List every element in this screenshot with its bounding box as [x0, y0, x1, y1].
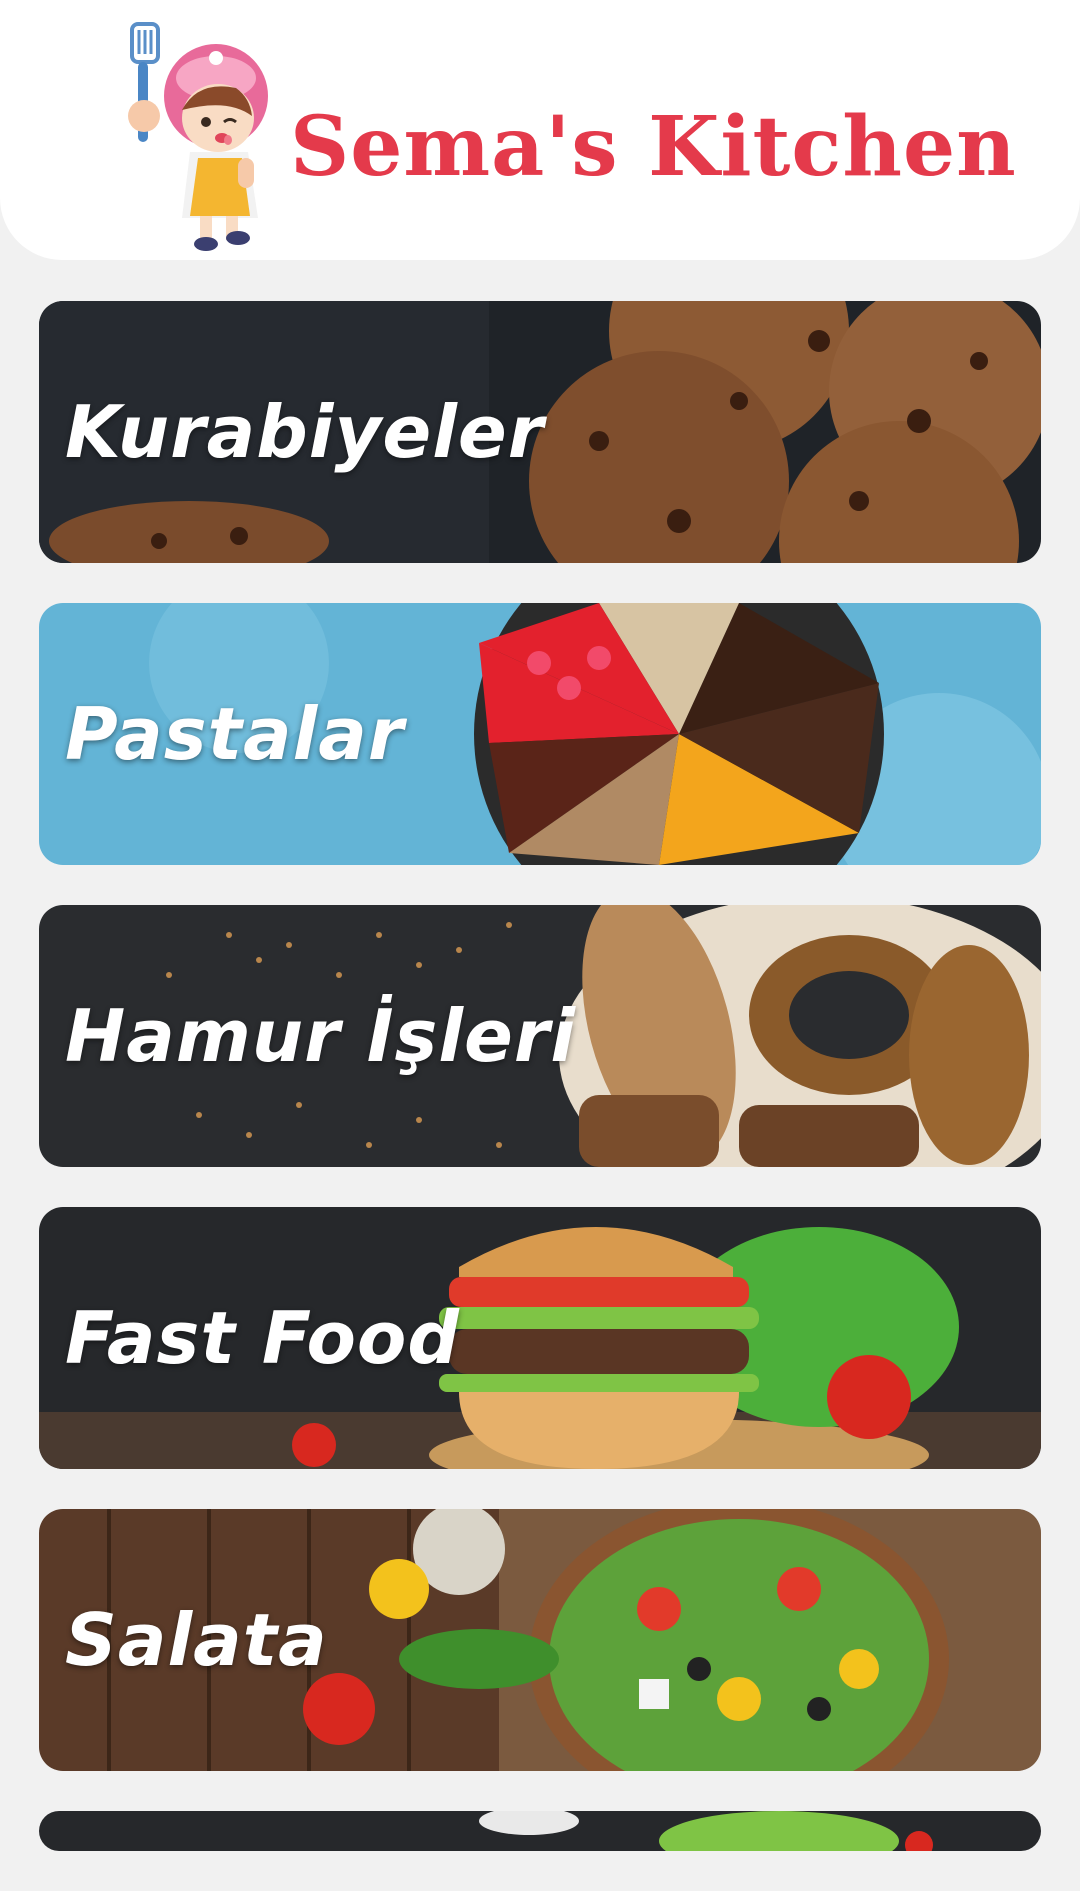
- app-header: Sema's Kitchen: [0, 0, 1080, 260]
- category-photo: [39, 1811, 1041, 1851]
- category-label: Kurabiyeler: [65, 390, 545, 474]
- category-card-fast-food[interactable]: Fast Food: [39, 1207, 1041, 1469]
- app-title: Sema's Kitchen: [290, 99, 1017, 195]
- category-list: Kurabiyeler Pastalar Hamur İşleri Fast F…: [39, 301, 1041, 1891]
- category-card-partial[interactable]: [39, 1811, 1041, 1851]
- category-label: Hamur İşleri: [65, 994, 577, 1078]
- chef-girl-mascot-icon: [128, 22, 268, 251]
- category-label: Fast Food: [65, 1296, 460, 1380]
- category-card-salata[interactable]: Salata: [39, 1509, 1041, 1771]
- category-label: Pastalar: [65, 692, 405, 776]
- category-label: Salata: [65, 1598, 328, 1682]
- category-card-pastalar[interactable]: Pastalar: [39, 603, 1041, 865]
- category-card-hamur-isleri[interactable]: Hamur İşleri: [39, 905, 1041, 1167]
- category-card-kurabiyeler[interactable]: Kurabiyeler: [39, 301, 1041, 563]
